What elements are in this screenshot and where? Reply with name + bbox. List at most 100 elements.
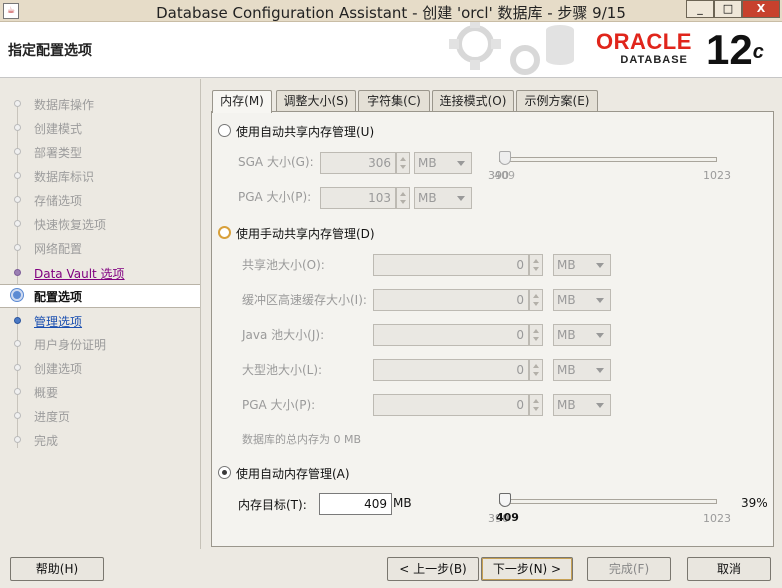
auto-memory-label[interactable]: 使用自动内存管理(A)	[236, 465, 350, 482]
sga-pga-slider-thumb[interactable]	[499, 151, 511, 165]
tab-sample-schemas[interactable]: 示例方案(E)	[516, 90, 598, 112]
version-suffix: c	[752, 41, 764, 63]
page-title: 指定配置选项	[8, 43, 92, 59]
pga-size-input[interactable]: 103	[320, 187, 396, 209]
sga-size-input[interactable]: 306	[320, 152, 396, 174]
pga-unit-select[interactable]: MB	[414, 187, 472, 209]
cancel-button[interactable]: 取消	[687, 557, 771, 581]
step-label: 网络配置	[34, 242, 83, 256]
java-pool-label: Java 池大小(J):	[242, 328, 325, 342]
step-label[interactable]: 管理选项	[34, 313, 82, 330]
sga-size-label: SGA 大小(G):	[238, 155, 314, 169]
manual-pga-spinner[interactable]	[529, 394, 543, 416]
memory-target-label: 内存目标(T):	[238, 498, 307, 512]
step-configuration-options: 配置选项	[0, 284, 200, 308]
step-creation-mode: 创建模式	[0, 117, 200, 139]
large-pool-unit-select[interactable]: MB	[553, 359, 611, 381]
unit-value: MB	[557, 328, 576, 342]
step-label: 用户身份证明	[34, 338, 107, 352]
close-button[interactable]: X	[742, 0, 780, 18]
back-button[interactable]: < 上一步(B)	[387, 557, 479, 581]
unit-value: MB	[557, 398, 576, 412]
step-user-credentials: 用户身份证明	[0, 333, 200, 355]
step-dot-icon	[14, 269, 21, 276]
memory-target-slider-track[interactable]	[499, 499, 717, 504]
finish-button[interactable]: 完成(F)	[587, 557, 671, 581]
tab-sizing[interactable]: 调整大小(S)	[276, 90, 356, 112]
buffer-cache-spinner[interactable]	[529, 289, 543, 311]
step-label: 创建模式	[34, 122, 83, 136]
shared-pool-input[interactable]: 0	[373, 254, 529, 276]
chevron-down-icon	[457, 196, 465, 201]
next-button[interactable]: 下一步(N) >	[481, 557, 573, 581]
slider-max-label: 1023	[703, 169, 731, 182]
manual-shared-memory-radio[interactable]	[218, 226, 231, 239]
step-deployment-type: 部署类型	[0, 141, 200, 163]
shared-pool-unit-select[interactable]: MB	[553, 254, 611, 276]
memory-target-unit: MB	[393, 496, 412, 510]
oracle-logo-product: DATABASE	[620, 54, 688, 66]
step-current-icon	[11, 289, 23, 301]
step-dot-icon	[14, 364, 21, 371]
java-pool-input[interactable]: 0	[373, 324, 529, 346]
step-label[interactable]: Data Vault 选项	[34, 265, 125, 282]
manual-shared-memory-label[interactable]: 使用手动共享内存管理(D)	[236, 225, 375, 242]
step-label: 快速恢复选项	[34, 218, 107, 232]
sga-size-spinner[interactable]	[396, 152, 410, 174]
step-dot-icon	[14, 148, 21, 155]
step-finish: 完成	[0, 429, 200, 451]
unit-value: MB	[557, 363, 576, 377]
chevron-down-icon	[596, 403, 604, 408]
window-titlebar: ☕ Database Configuration Assistant - 创建 …	[0, 0, 782, 22]
large-pool-input[interactable]: 0	[373, 359, 529, 381]
unit-value: MB	[557, 258, 576, 272]
step-management-options[interactable]: 管理选项	[0, 310, 200, 332]
slider-current-label: 409	[494, 169, 515, 182]
step-dot-icon	[14, 172, 21, 179]
step-database-operation: 数据库操作	[0, 93, 200, 115]
shared-pool-spinner[interactable]	[529, 254, 543, 276]
memory-slider-max-label: 1023	[703, 512, 731, 525]
memory-panel: 使用自动共享内存管理(U) SGA 大小(G): 306 MB PGA 大小(P…	[211, 111, 774, 547]
large-pool-spinner[interactable]	[529, 359, 543, 381]
java-pool-unit-select[interactable]: MB	[553, 324, 611, 346]
step-progress-page: 进度页	[0, 405, 200, 427]
maximize-button[interactable]: □	[714, 0, 742, 18]
step-dot-icon	[14, 317, 21, 324]
pga-size-spinner[interactable]	[396, 187, 410, 209]
sga-pga-slider-track[interactable]	[499, 157, 717, 162]
auto-shared-memory-radio[interactable]	[218, 124, 231, 137]
step-label: 完成	[34, 434, 59, 448]
manual-pga-label: PGA 大小(P):	[242, 398, 316, 412]
sga-unit-value: MB	[418, 156, 437, 170]
auto-shared-memory-label[interactable]: 使用自动共享内存管理(U)	[236, 123, 374, 140]
step-label: 部署类型	[34, 146, 83, 160]
java-pool-spinner[interactable]	[529, 324, 543, 346]
tab-character-sets[interactable]: 字符集(C)	[358, 90, 430, 112]
help-button[interactable]: 帮助(H)	[10, 557, 104, 581]
steps-sidebar: 数据库操作 创建模式 部署类型 数据库标识 存储选项 快速恢复选项 网络配置 D…	[0, 79, 201, 549]
auto-memory-radio[interactable]	[218, 466, 231, 479]
step-storage-option: 存储选项	[0, 189, 200, 211]
manual-pga-unit-select[interactable]: MB	[553, 394, 611, 416]
buffer-cache-unit-select[interactable]: MB	[553, 289, 611, 311]
step-label: 配置选项	[34, 290, 83, 304]
manual-pga-input[interactable]: 0	[373, 394, 529, 416]
buffer-cache-input[interactable]: 0	[373, 289, 529, 311]
shared-pool-label: 共享池大小(O):	[242, 258, 325, 272]
step-data-vault-option[interactable]: Data Vault 选项	[0, 262, 200, 284]
minimize-button[interactable]: _	[686, 0, 714, 18]
large-pool-label: 大型池大小(L):	[242, 363, 323, 377]
unit-value: MB	[557, 293, 576, 307]
tab-memory[interactable]: 内存(M)	[212, 90, 272, 113]
step-dot-icon	[14, 436, 21, 443]
tab-connection-mode[interactable]: 连接模式(O)	[432, 90, 514, 112]
memory-target-input[interactable]: 409	[319, 493, 392, 515]
chevron-down-icon	[457, 161, 465, 166]
version-logo: 12c	[706, 26, 764, 74]
memory-percent-label: 39%	[741, 496, 768, 510]
memory-target-slider-thumb[interactable]	[499, 493, 511, 507]
step-dot-icon	[14, 340, 21, 347]
sga-unit-select[interactable]: MB	[414, 152, 472, 174]
step-label: 进度页	[34, 410, 71, 424]
